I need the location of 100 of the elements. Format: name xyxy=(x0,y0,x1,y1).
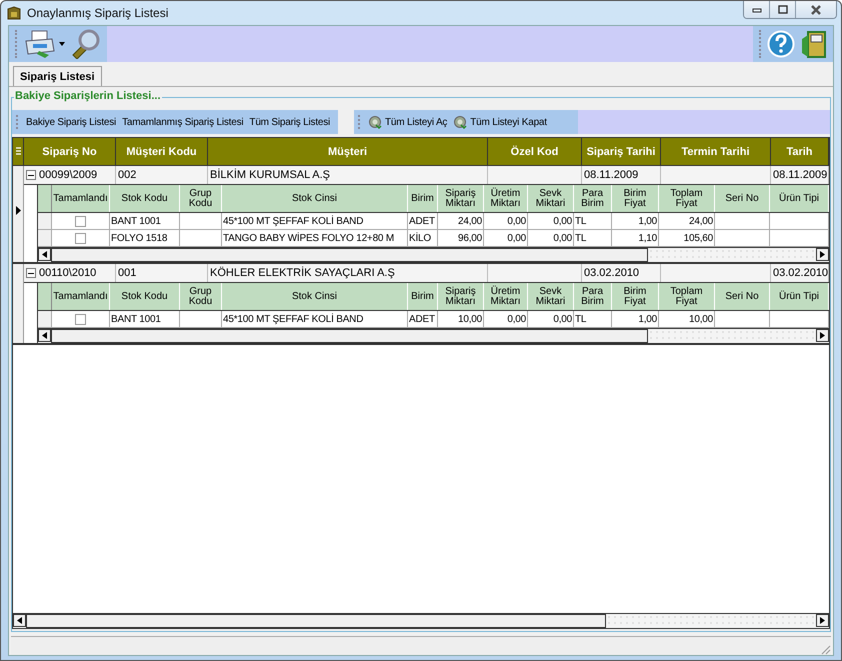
table-cell: 24,00 xyxy=(688,216,713,226)
table-row[interactable]: 00099\2009 002 BİLKİM KURUMSAL A.Ş 08.11.2009 08.11.2009 xyxy=(24,166,829,185)
exit-button[interactable] xyxy=(799,29,827,59)
minimize-button[interactable] xyxy=(744,1,770,18)
column-header[interactable]: Seri No xyxy=(725,292,759,302)
table-cell: 0,00 xyxy=(553,314,572,324)
column-header[interactable]: Tamamlandı xyxy=(53,292,108,302)
column-header[interactable]: Stok Cinsi xyxy=(292,194,337,204)
scroll-thumb[interactable] xyxy=(51,329,648,343)
toolbar-button[interactable]: Tamamlanmış Sipariş Listesi xyxy=(122,116,244,128)
expand-all-button[interactable]: Tüm Listeyi Aç xyxy=(368,115,448,129)
window-title: Onaylanmış Sipariş Listesi xyxy=(27,6,170,20)
table-cell: 002 xyxy=(118,169,136,181)
checkbox[interactable] xyxy=(75,232,86,244)
table-cell: 0,00 xyxy=(553,232,572,244)
column-header[interactable]: Stok Cinsi xyxy=(292,292,337,302)
help-button[interactable] xyxy=(767,30,795,58)
column-header[interactable]: Birim Fiyat xyxy=(612,188,658,208)
column-header[interactable]: Grup Kodu xyxy=(180,188,221,208)
table-cell: KÖHLER ELEKTRİK SAYAÇLARI A.Ş xyxy=(210,267,395,279)
table-cell: 00099\2009 xyxy=(39,169,98,181)
group-title: Bakiye Siparişlerin Listesi... xyxy=(14,90,162,102)
table-row[interactable]: BANT 1001 45*100 MT ŞEFFAF KOLİ BAND ADET 24,00 0,00 0,00 TL 1,00 24,00 xyxy=(38,213,829,230)
collapse-icon[interactable] xyxy=(26,170,36,180)
column-header[interactable]: Birim Fiyat xyxy=(612,286,658,306)
table-cell: 001 xyxy=(118,267,136,279)
table-cell: 10,00 xyxy=(688,314,713,324)
column-header[interactable]: Üretim Miktarı xyxy=(484,286,527,306)
table-cell: BANT 1001 xyxy=(111,216,161,226)
right-arrow-icon xyxy=(820,617,825,624)
horizontal-scrollbar[interactable] xyxy=(38,247,829,262)
table-cell: 45*100 MT ŞEFFAF KOLİ BAND xyxy=(223,314,364,324)
column-header[interactable]: Seri No xyxy=(725,194,759,204)
scroll-thumb[interactable] xyxy=(26,614,606,628)
horizontal-scrollbar[interactable] xyxy=(38,328,830,343)
table-cell: ADET xyxy=(409,314,435,324)
scroll-right-button[interactable] xyxy=(816,248,829,261)
table-row[interactable]: 00110\2010 001 KÖHLER ELEKTRİK SAYAÇLARI A.Ş 03.02.2010 03.02.2010 xyxy=(24,264,830,283)
caret-icon xyxy=(59,42,65,46)
column-header[interactable]: Ürün Tipi xyxy=(778,194,819,204)
column-header[interactable]: Müşteri Kodu xyxy=(126,146,197,158)
column-chooser-icon[interactable] xyxy=(16,147,20,156)
row-indicator[interactable] xyxy=(13,166,24,262)
table-cell: 96,00 xyxy=(458,232,482,244)
printer-icon xyxy=(23,29,57,59)
column-header[interactable]: Sipariş Miktarı xyxy=(438,286,483,306)
table-cell: 1,10 xyxy=(638,232,657,244)
scroll-right-button[interactable] xyxy=(816,329,830,342)
column-header[interactable]: Birim xyxy=(411,292,434,302)
column-header[interactable]: Birim xyxy=(411,194,434,204)
scroll-thumb[interactable] xyxy=(51,248,648,262)
column-header[interactable]: Stok Kodu xyxy=(121,194,168,204)
column-header[interactable]: Toplam Fiyat xyxy=(659,286,714,306)
minimize-icon xyxy=(752,6,762,12)
help-icon xyxy=(767,30,795,58)
column-header[interactable]: Özel Kod xyxy=(510,146,558,158)
scroll-left-button[interactable] xyxy=(38,248,51,261)
table-cell: 45*100 MT ŞEFFAF KOLİ BAND xyxy=(223,216,364,226)
tab[interactable]: Sipariş Listesi xyxy=(13,66,102,86)
toolbar-button[interactable]: Bakiye Sipariş Listesi xyxy=(26,116,116,128)
checkbox[interactable] xyxy=(75,216,86,226)
collapse-all-button[interactable]: Tüm Listeyi Kapat xyxy=(453,115,547,129)
column-header[interactable]: Sipariş Miktarı xyxy=(438,188,483,208)
column-header[interactable]: Sipariş Tarihi xyxy=(586,146,656,158)
app-icon xyxy=(7,6,21,20)
horizontal-scrollbar[interactable] xyxy=(13,613,829,628)
column-header[interactable]: Üretim Miktarı xyxy=(484,188,527,208)
checkbox[interactable] xyxy=(75,314,86,324)
table-cell: 10,00 xyxy=(458,314,482,324)
column-header[interactable]: Sipariş No xyxy=(42,146,97,158)
column-header[interactable]: Müşteri xyxy=(328,146,368,158)
maximize-icon xyxy=(778,5,788,14)
column-header[interactable]: Para Birim xyxy=(574,188,611,208)
table-cell: 24,00 xyxy=(458,216,482,226)
table-cell: 08.11.2009 xyxy=(773,169,828,181)
scroll-right-button[interactable] xyxy=(816,614,829,627)
table-cell: 03.02.2010 xyxy=(773,267,828,279)
left-arrow-icon xyxy=(42,251,47,258)
column-header[interactable]: Tarih xyxy=(786,146,813,158)
print-button[interactable] xyxy=(23,29,65,59)
scroll-left-button[interactable] xyxy=(13,614,26,627)
table-cell: 105,60 xyxy=(684,232,713,244)
table-cell: 00110\2010 xyxy=(39,267,96,279)
toolbar-button[interactable]: Tüm Sipariş Listesi xyxy=(249,116,330,128)
collapse-icon[interactable] xyxy=(26,268,36,278)
table-cell: BİLKİM KURUMSAL A.Ş xyxy=(210,169,330,181)
close-button[interactable] xyxy=(796,1,836,18)
column-header[interactable]: Tamamlandı xyxy=(53,194,108,204)
column-header[interactable]: Sevk Miktari xyxy=(528,286,573,306)
table-cell: TL xyxy=(575,232,586,244)
column-header[interactable]: Stok Kodu xyxy=(121,292,168,302)
column-header[interactable]: Sevk Miktari xyxy=(528,188,573,208)
column-header[interactable]: Ürün Tipi xyxy=(778,292,819,302)
column-header[interactable]: Grup Kodu xyxy=(180,286,221,306)
maximize-button[interactable] xyxy=(770,1,796,18)
column-header[interactable]: Toplam Fiyat xyxy=(659,188,714,208)
table-cell: KİLO xyxy=(409,232,431,244)
column-header[interactable]: Para Birim xyxy=(574,286,611,306)
column-header[interactable]: Termin Tarihi xyxy=(681,146,750,158)
scroll-left-button[interactable] xyxy=(38,329,51,342)
